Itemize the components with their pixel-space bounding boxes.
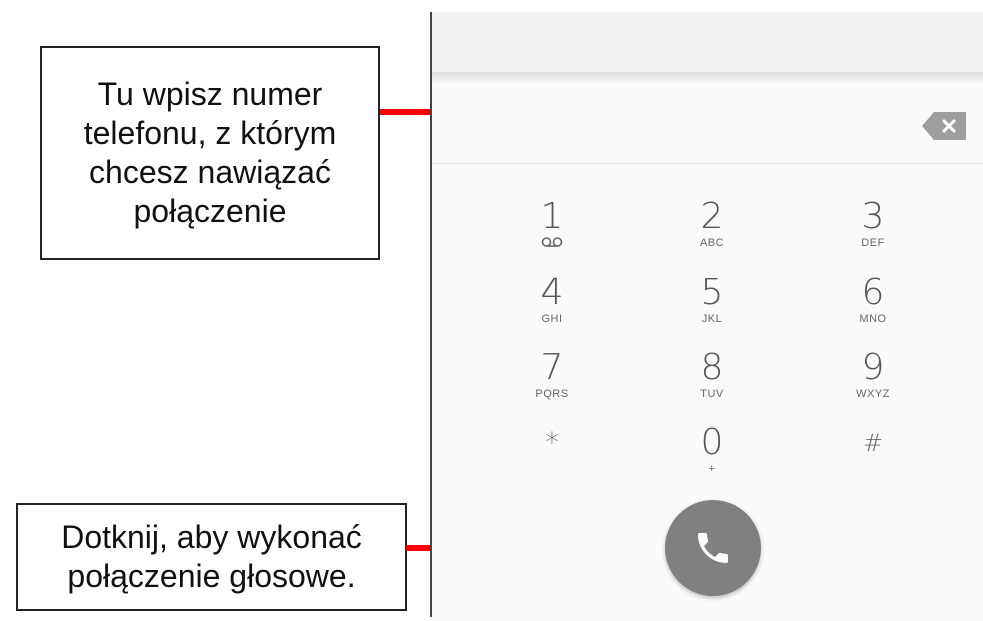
dial-key-7[interactable]: 7 PQRS	[492, 349, 612, 421]
key-digit: 6	[861, 272, 885, 313]
dial-key-2[interactable]: 2 ABC	[652, 198, 772, 270]
dialer-top-bar	[432, 12, 983, 76]
key-digit: 7	[540, 347, 564, 388]
key-letters: GHI	[541, 313, 563, 325]
field-separator	[432, 163, 983, 164]
phone-icon	[698, 533, 728, 563]
top-bar-shadow	[432, 72, 983, 84]
dial-key-star[interactable]: *	[492, 424, 612, 496]
annotation-text-number-field: Tu wpisz numer telefonu, z którym chcesz…	[83, 75, 337, 230]
dial-key-6[interactable]: 6 MNO	[813, 274, 933, 346]
key-digit: 9	[861, 347, 885, 388]
key-digit: 0	[700, 422, 724, 463]
key-digit: #	[862, 429, 884, 457]
key-letters: DEF	[861, 237, 885, 249]
phone-dialer: 1 2 ABC 3 DEF 4 GHI 5 JKL 6 MNO 7 PQRS 8…	[432, 12, 983, 621]
key-letters: PQRS	[535, 388, 569, 400]
key-letters: ABC	[699, 237, 725, 249]
key-digit: 5	[700, 272, 724, 313]
key-digit: *	[545, 426, 559, 459]
number-entry-row	[432, 84, 983, 164]
key-digit: 8	[700, 347, 724, 388]
annotation-box-call-button: Dotknij, aby wykonać połączenie głosowe.	[16, 503, 407, 611]
key-letters: +	[708, 463, 716, 475]
key-digit: 3	[861, 196, 885, 237]
dial-key-hash[interactable]: #	[813, 424, 933, 496]
key-letters: TUV	[700, 388, 724, 400]
dial-key-4[interactable]: 4 GHI	[492, 274, 612, 346]
key-letters: JKL	[701, 313, 723, 325]
key-digit: 1	[540, 196, 564, 237]
key-digit: 2	[700, 196, 724, 237]
backspace-icon[interactable]	[922, 112, 966, 140]
voicemail-icon	[541, 237, 563, 247]
dial-key-8[interactable]: 8 TUV	[652, 349, 772, 421]
dial-key-9[interactable]: 9 WXYZ	[813, 349, 933, 421]
dial-key-1[interactable]: 1	[492, 198, 612, 270]
annotation-text-call-button: Dotknij, aby wykonać połączenie głosowe.	[61, 518, 362, 594]
phone-number-field[interactable]	[448, 98, 912, 152]
dial-key-5[interactable]: 5 JKL	[652, 274, 772, 346]
key-digit: 4	[540, 272, 564, 313]
key-letters: WXYZ	[856, 388, 890, 400]
dial-key-0[interactable]: 0 +	[652, 424, 772, 496]
dial-key-3[interactable]: 3 DEF	[813, 198, 933, 270]
annotation-box-number-field: Tu wpisz numer telefonu, z którym chcesz…	[40, 46, 380, 260]
key-letters: MNO	[859, 313, 887, 325]
call-button[interactable]	[665, 500, 761, 596]
